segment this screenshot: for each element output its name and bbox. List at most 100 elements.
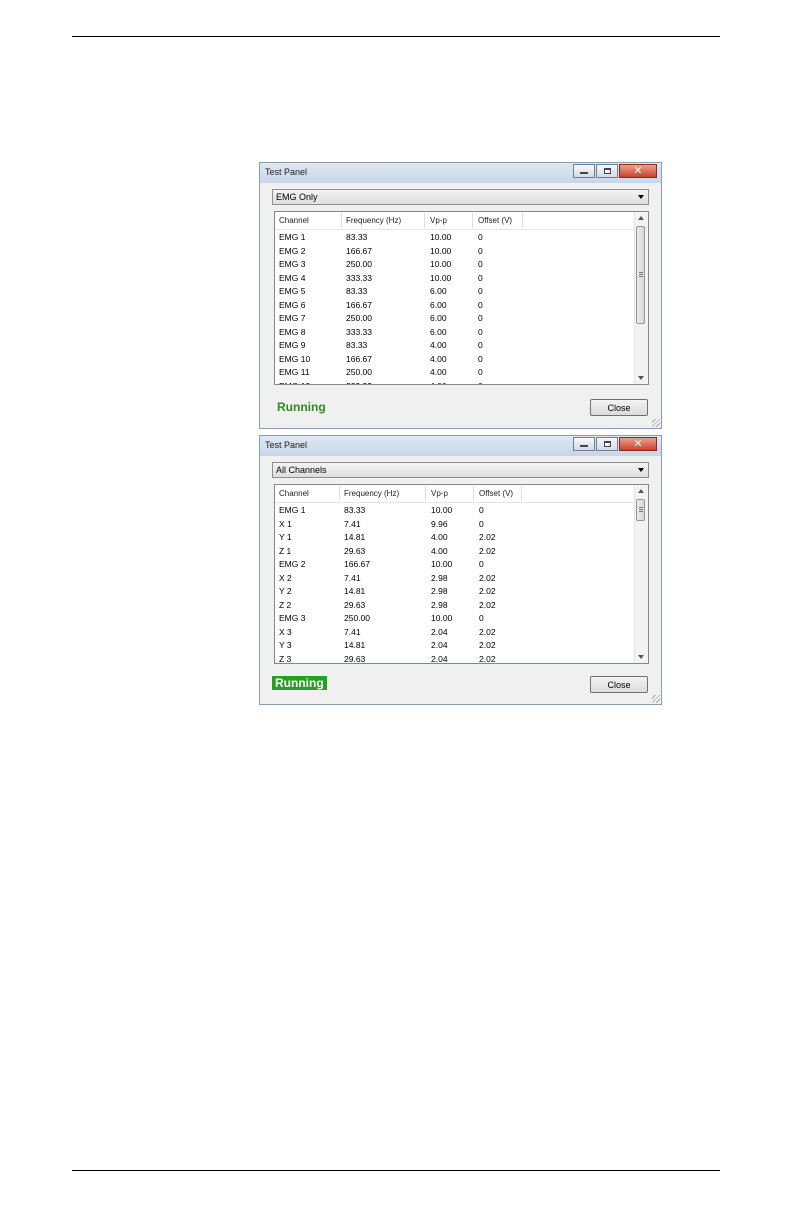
minimize-button[interactable] [573, 164, 595, 178]
page-header-rule [72, 36, 720, 37]
offset-cell: 0 [478, 381, 483, 385]
channel-cell: EMG 11 [279, 367, 310, 377]
table-row[interactable]: X 2 7.41 2.98 2.02 [275, 572, 635, 586]
resize-grip-icon[interactable] [652, 695, 660, 703]
column-divider[interactable] [341, 213, 342, 228]
table-row[interactable]: EMG 11 250.00 4.00 0 [275, 366, 635, 380]
vpp-cell: 4.00 [431, 545, 448, 556]
table-row[interactable]: X 3 7.41 2.04 2.02 [275, 626, 635, 640]
maximize-button[interactable] [596, 437, 618, 451]
frequency-cell: 166.67 [346, 353, 372, 364]
vpp-cell: 2.98 [431, 599, 448, 610]
offset-cell: 2.02 [479, 545, 496, 556]
window-close-button[interactable]: ✕ [619, 164, 657, 178]
scrollbar-thumb[interactable] [636, 499, 645, 521]
column-header-channel[interactable]: Channel [279, 216, 309, 225]
vertical-scrollbar[interactable] [634, 212, 648, 384]
table-row[interactable]: X 1 7.41 9.96 0 [275, 518, 635, 532]
table-row[interactable]: Y 3 14.81 2.04 2.02 [275, 639, 635, 653]
column-divider[interactable] [425, 486, 426, 501]
channel-cell: Z 1 [279, 545, 292, 556]
table-row[interactable]: EMG 5 83.33 6.00 0 [275, 285, 635, 299]
table-row[interactable]: Z 2 29.63 2.98 2.02 [275, 599, 635, 613]
list-rows: EMG 1 83.33 10.00 0 X 1 7.41 9.96 0 Y 1 14.81 4.00… [275, 504, 635, 664]
vpp-cell: 4.00 [431, 532, 448, 542]
table-row[interactable]: EMG 9 83.33 4.00 0 [275, 339, 635, 353]
table-row[interactable]: EMG 2 166.67 10.00 0 [275, 245, 635, 259]
scroll-up-icon[interactable] [638, 489, 644, 493]
minimize-icon [580, 172, 588, 174]
table-row[interactable]: EMG 10 166.67 4.00 0 [275, 353, 635, 367]
column-divider[interactable] [339, 486, 340, 501]
maximize-icon [604, 168, 611, 174]
scroll-up-icon[interactable] [638, 216, 644, 220]
close-button[interactable]: Close [590, 676, 648, 693]
scroll-down-icon[interactable] [638, 376, 644, 380]
channel-cell: Z 3 [279, 653, 292, 664]
maximize-button[interactable] [596, 164, 618, 178]
column-divider[interactable] [522, 213, 523, 228]
offset-cell: 0 [479, 518, 484, 529]
table-row[interactable]: Z 1 29.63 4.00 2.02 [275, 545, 635, 559]
column-divider[interactable] [472, 213, 473, 228]
table-row[interactable]: EMG 3 250.00 10.00 0 [275, 258, 635, 272]
window-close-button[interactable]: ✕ [619, 437, 657, 451]
column-divider[interactable] [473, 486, 474, 501]
table-row[interactable]: EMG 1 83.33 10.00 0 [275, 231, 635, 245]
column-divider[interactable] [521, 486, 522, 501]
table-row[interactable]: EMG 6 166.67 6.00 0 [275, 299, 635, 313]
table-row[interactable]: EMG 12 333.33 4.00 0 [275, 380, 635, 385]
minimize-button[interactable] [573, 437, 595, 451]
table-row[interactable]: Y 1 14.81 4.00 2.02 [275, 531, 635, 545]
scroll-down-icon[interactable] [638, 655, 644, 659]
offset-cell: 0 [478, 232, 483, 242]
table-row[interactable]: EMG 8 333.33 6.00 0 [275, 326, 635, 340]
scrollbar-thumb[interactable] [636, 226, 645, 324]
frequency-cell: 333.33 [346, 381, 372, 385]
table-row[interactable]: EMG 2 166.67 10.00 0 [275, 558, 635, 572]
vertical-scrollbar[interactable] [634, 485, 648, 663]
resize-grip-icon[interactable] [652, 419, 660, 427]
column-header-channel[interactable]: Channel [279, 489, 309, 498]
title-bar[interactable]: Test Panel ✕ [260, 163, 661, 183]
channel-list[interactable]: Channel Frequency (Hz) Vp-p Offset (V) E… [274, 211, 649, 385]
frequency-cell: 166.67 [346, 299, 372, 310]
table-row[interactable]: Y 2 14.81 2.98 2.02 [275, 585, 635, 599]
vpp-cell: 10.00 [430, 272, 452, 283]
column-header-frequency[interactable]: Frequency (Hz) [346, 216, 401, 225]
column-divider[interactable] [424, 213, 425, 228]
column-header-offset[interactable]: Offset (V) [479, 489, 513, 498]
channel-set-dropdown[interactable]: EMG Only [272, 189, 649, 205]
test-panel-window-emg-only: Test Panel ✕ EMG Only Channel Frequency … [259, 162, 662, 429]
channel-cell: EMG 9 [279, 340, 306, 350]
offset-cell: 0 [478, 286, 483, 296]
frequency-cell: 14.81 [344, 586, 366, 596]
channel-set-dropdown[interactable]: All Channels [272, 462, 649, 478]
close-icon: ✕ [633, 164, 643, 177]
frequency-cell: 83.33 [346, 286, 368, 296]
channel-cell: EMG 5 [279, 286, 306, 296]
close-button[interactable]: Close [590, 399, 648, 416]
table-row[interactable]: EMG 1 83.33 10.00 0 [275, 504, 635, 518]
column-header-frequency[interactable]: Frequency (Hz) [344, 489, 399, 498]
table-row[interactable]: EMG 7 250.00 6.00 0 [275, 312, 635, 326]
channel-cell: X 1 [279, 518, 292, 529]
table-row[interactable]: EMG 3 250.00 10.00 0 [275, 612, 635, 626]
title-bar[interactable]: Test Panel ✕ [260, 436, 661, 456]
channel-cell: EMG 7 [279, 313, 306, 323]
vpp-cell: 6.00 [430, 326, 447, 337]
channel-cell: EMG 3 [279, 613, 306, 623]
column-header-offset[interactable]: Offset (V) [478, 216, 512, 225]
column-header-vpp[interactable]: Vp-p [431, 489, 448, 498]
channel-cell: Y 1 [279, 532, 292, 542]
channel-list[interactable]: Channel Frequency (Hz) Vp-p Offset (V) E… [274, 484, 649, 664]
window-title: Test Panel [265, 167, 308, 177]
table-row[interactable]: EMG 4 333.33 10.00 0 [275, 272, 635, 286]
column-header-vpp[interactable]: Vp-p [430, 216, 447, 225]
vpp-cell: 10.00 [431, 559, 453, 569]
window-title: Test Panel [265, 440, 308, 450]
frequency-cell: 250.00 [346, 259, 372, 269]
table-row[interactable]: Z 3 29.63 2.04 2.02 [275, 653, 635, 664]
frequency-cell: 333.33 [346, 326, 372, 337]
vpp-cell: 10.00 [430, 245, 452, 256]
